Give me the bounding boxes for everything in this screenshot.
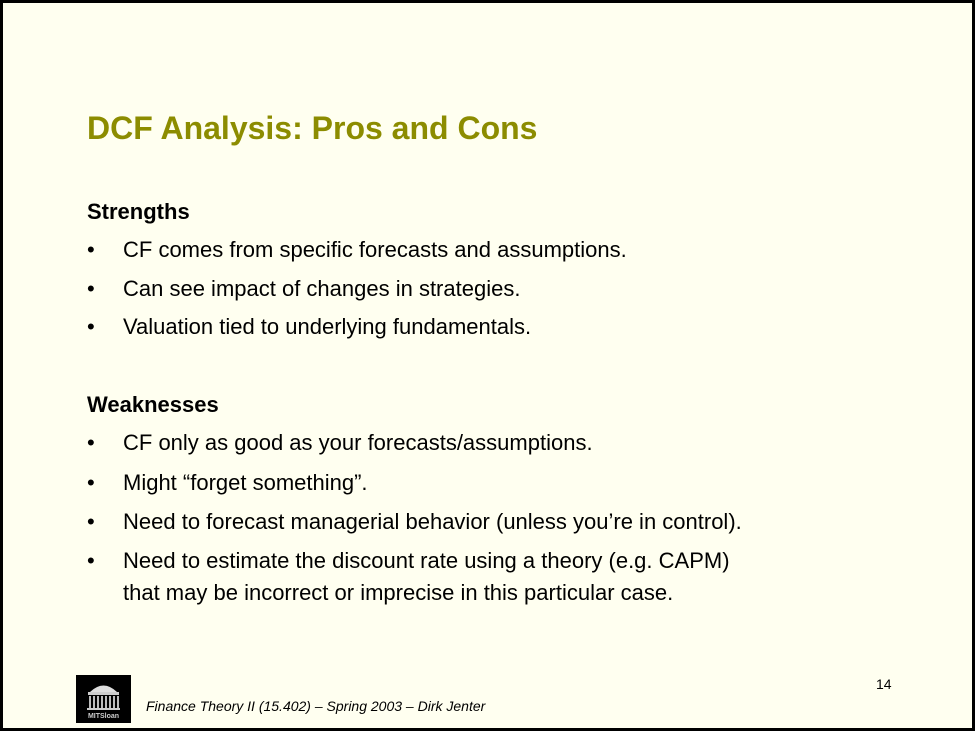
slide: DCF Analysis: Pros and Cons Strengths • C… — [0, 0, 975, 731]
footer: Finance Theory II (15.402) – Spring 2003… — [146, 698, 486, 714]
bullet-text: that may be incorrect or imprecise in th… — [123, 580, 674, 605]
slide-title: DCF Analysis: Pros and Cons — [87, 110, 538, 146]
bullet: • — [87, 314, 95, 339]
bullet-text: Can see impact of changes in strategies. — [123, 276, 521, 301]
bullet: • — [87, 470, 95, 495]
bullet-text: CF only as good as your forecasts/assump… — [123, 430, 593, 455]
bullet: • — [87, 276, 95, 301]
mit-sloan-logo: MITSloan — [76, 675, 131, 723]
bullet: • — [87, 548, 95, 573]
weaknesses-heading: Weaknesses — [87, 392, 219, 417]
logo-text: MITSloan — [87, 713, 120, 720]
bullet-text: Need to forecast managerial behavior (un… — [123, 509, 742, 534]
bullet-text: Need to estimate the discount rate using… — [123, 548, 730, 573]
bullet: • — [87, 430, 95, 455]
bullet-text: Might “forget something”. — [123, 470, 368, 495]
bullet: • — [87, 237, 95, 262]
strengths-heading: Strengths — [87, 199, 190, 224]
bullet: • — [87, 509, 95, 534]
page-number: 14 — [876, 676, 892, 692]
bullet-text: Valuation tied to underlying fundamental… — [123, 314, 532, 339]
bullet-text: CF comes from specific forecasts and ass… — [123, 237, 627, 262]
